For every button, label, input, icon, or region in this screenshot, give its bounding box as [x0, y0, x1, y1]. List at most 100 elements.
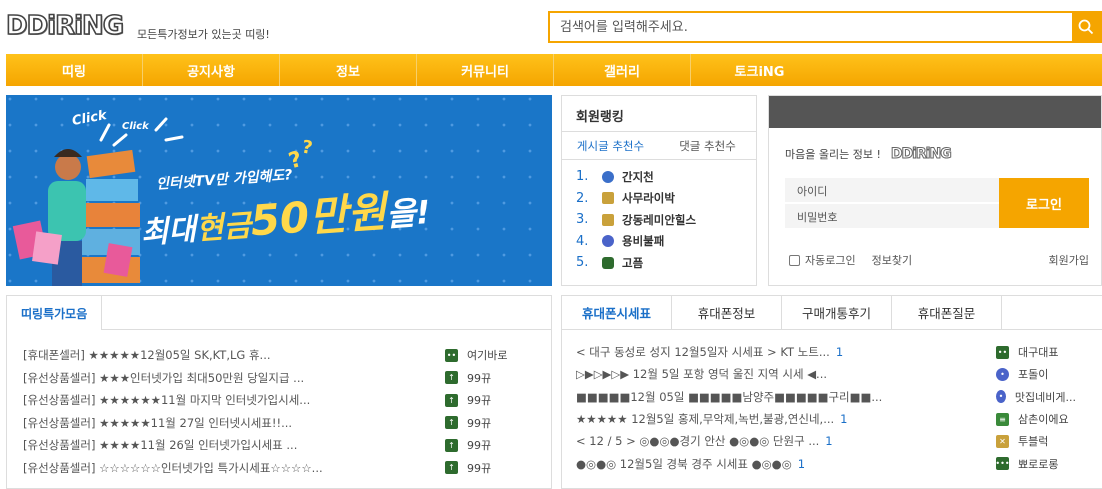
join-link[interactable]: 회원가입 [1049, 252, 1089, 268]
post-title[interactable]: ■■■■■12월 05일 ■■■■■남양주■■■■■구리■■... [576, 389, 996, 405]
post-author[interactable]: ↑ 99뀨 [445, 415, 491, 431]
username-field[interactable]: 아이디 [785, 178, 999, 202]
post-title[interactable]: < 12 / 5 > ◎●◎●경기 안산 ●◎●◎ 단원구 ... 1 [576, 433, 996, 449]
nav-item-ddiring[interactable]: 띠링 [6, 54, 143, 86]
post-title[interactable]: [유선상품셀러] ★★★★★★11월 마지막 인터넷가입시세... [23, 392, 445, 408]
post-author[interactable]: • 맛집네비게... [996, 389, 1076, 405]
list-item[interactable]: [유선상품셀러] ☆☆☆☆☆☆인터넷가입 특가시세표☆☆☆☆... ↑ 99뀨 [23, 457, 535, 480]
rank-member-name[interactable]: 사무라이박 [622, 190, 675, 206]
post-title[interactable]: < 대구 동성로 성지 12월5일자 시세표 > KT 노트... 1 [576, 344, 996, 360]
site-tagline: 모든특가정보가 있는곳 띠링! [137, 28, 270, 41]
author-name[interactable]: 투블럭 [1018, 433, 1048, 449]
post-title[interactable]: [유선상품셀러] ★★★★★11월 27일 인터넷시세표!!... [23, 415, 445, 431]
post-author[interactable]: ↑ 99뀨 [445, 460, 491, 476]
tab-deals[interactable]: 띠링특가모음 [7, 296, 103, 330]
post-author[interactable]: •• 대구대표 [996, 344, 1076, 360]
promo-banner[interactable]: ? ? Click Click 인터넷TV만 가입해도? 최대현금50만원을! [6, 95, 552, 286]
search-button[interactable] [1072, 13, 1100, 41]
tab-purchase-review[interactable]: 구매개통후기 [782, 296, 892, 329]
tab-phone-question[interactable]: 휴대폰질문 [892, 296, 1002, 329]
author-name[interactable]: 맛집네비게... [1015, 389, 1076, 405]
nav-item-notice[interactable]: 공지사항 [143, 54, 280, 86]
post-author[interactable]: ••• 뾰로로롱 [996, 456, 1076, 472]
find-info-link[interactable]: 정보찾기 [872, 252, 912, 268]
list-item[interactable]: [유선상품셀러] ★★★인터넷가입 최대50만원 당일지급 ... ↑ 99뀨 [23, 367, 535, 390]
author-name[interactable]: 뾰로로롱 [1018, 456, 1058, 472]
banner-headline-part4: 을! [385, 192, 432, 234]
post-author[interactable]: ✕ 투블럭 [996, 433, 1076, 449]
auto-login-checkbox[interactable] [789, 254, 800, 266]
author-name[interactable]: 여기바로 [467, 347, 507, 363]
nav-item-gallery[interactable]: 갤러리 [554, 54, 691, 86]
level-icon [602, 213, 614, 226]
search-input[interactable] [550, 13, 1072, 41]
author-name[interactable]: 포돌이 [1018, 366, 1048, 382]
site-logo[interactable]: DDiRiNG [5, 10, 125, 42]
list-item[interactable]: [유선상품셀러] ★★★★★11월 27일 인터넷시세표!!... ↑ 99뀨 [23, 412, 535, 435]
tab-phone-info[interactable]: 휴대폰정보 [672, 296, 782, 329]
author-name[interactable]: 대구대표 [1018, 344, 1058, 360]
post-title-text[interactable]: < 대구 동성로 성지 12월5일자 시세표 > KT 노트... [576, 345, 830, 359]
list-item[interactable]: < 12 / 5 > ◎●◎●경기 안산 ●◎●◎ 단원구 ... 1 ✕ 투블럭 [576, 430, 1088, 452]
rank-member-name[interactable]: 강동레미안힐스 [622, 212, 696, 228]
ranking-item[interactable]: 2. 사무라이박 [576, 188, 756, 210]
logo-text[interactable]: DDiRiNG [5, 10, 125, 42]
login-button[interactable]: 로그인 [999, 178, 1089, 228]
ranking-item[interactable]: 1. 간지천 [576, 166, 756, 188]
post-title[interactable]: [유선상품셀러] ☆☆☆☆☆☆인터넷가입 특가시세표☆☆☆☆... [23, 460, 445, 476]
post-title-text[interactable]: ■■■■■12월 05일 ■■■■■남양주■■■■■구리■■... [576, 390, 882, 404]
post-author[interactable]: •• 여기바로 [445, 347, 507, 363]
post-title-text[interactable]: ▷▶▷▶▷▶ 12월 5일 포항 영덕 울진 지역 시세 ◀... [576, 367, 827, 381]
author-name[interactable]: 99뀨 [467, 437, 491, 453]
level-icon: ↑ [445, 393, 458, 407]
author-name[interactable]: 99뀨 [467, 415, 491, 431]
tab-post-recommend[interactable]: 게시글 추천수 [562, 132, 659, 159]
post-author[interactable]: ≡ 삼촌이에요 [996, 411, 1076, 427]
list-item[interactable]: ★★★★★ 12월5일 홍제,무악제,녹번,불광,연신네,... 1 ≡ 삼촌이에요 [576, 408, 1088, 430]
author-name[interactable]: 삼촌이에요 [1018, 411, 1069, 427]
post-title-text[interactable]: ★★★★★ 12월5일 홍제,무악제,녹번,불광,연신네,... [576, 412, 834, 426]
banner-headline-amount: 50만원 [248, 187, 388, 246]
post-title[interactable]: ★★★★★ 12월5일 홍제,무악제,녹번,불광,연신네,... 1 [576, 411, 996, 427]
post-title[interactable]: [유선상품셀러] ★★★인터넷가입 최대50만원 당일지급 ... [23, 370, 445, 386]
post-author[interactable]: ↑ 99뀨 [445, 437, 491, 453]
nav-item-talking[interactable]: 토크iNG [691, 54, 828, 86]
post-author[interactable]: ↑ 99뀨 [445, 370, 491, 386]
rank-number: 4. [576, 233, 589, 249]
deals-box: 띠링특가모음 [휴대폰셀러] ★★★★★12월05일 SK,KT,LG 휴...… [6, 295, 552, 489]
rank-member-name[interactable]: 간지천 [622, 169, 654, 185]
list-item[interactable]: [휴대폰셀러] ★★★★★12월05일 SK,KT,LG 휴... •• 여기바로 [23, 344, 535, 367]
author-name[interactable]: 99뀨 [467, 370, 491, 386]
tab-phone-price[interactable]: 휴대폰시세표 [562, 296, 672, 329]
ranking-item[interactable]: 4. 용비불패 [576, 231, 756, 253]
list-item[interactable]: < 대구 동성로 성지 12월5일자 시세표 > KT 노트... 1 •• 대구대… [576, 341, 1088, 363]
post-title-text[interactable]: ●◎●◎ 12월5일 경북 경주 시세표 ●◎●◎ [576, 457, 792, 471]
post-author[interactable]: • 포돌이 [996, 366, 1076, 382]
post-title[interactable]: ●◎●◎ 12월5일 경북 경주 시세표 ●◎●◎ 1 [576, 456, 996, 472]
list-item[interactable]: ●◎●◎ 12월5일 경북 경주 시세표 ●◎●◎ 1 ••• 뾰로로롱 [576, 452, 1088, 474]
post-title-text[interactable]: < 12 / 5 > ◎●◎●경기 안산 ●◎●◎ 단원구 ... [576, 434, 819, 448]
login-header-bar [769, 96, 1101, 128]
list-item[interactable]: [유선상품셀러] ★★★★11월 26일 인터넷가입시세표 ... ↑ 99뀨 [23, 434, 535, 457]
author-name[interactable]: 99뀨 [467, 392, 491, 408]
login-message-text: 마음을 올리는 정보 ! [785, 148, 881, 161]
post-title[interactable]: [휴대폰셀러] ★★★★★12월05일 SK,KT,LG 휴... [23, 347, 445, 363]
post-title[interactable]: ▷▶▷▶▷▶ 12월 5일 포항 영덕 울진 지역 시세 ◀... [576, 366, 996, 382]
password-field[interactable]: 비밀번호 [785, 204, 999, 228]
post-author[interactable]: ↑ 99뀨 [445, 392, 491, 408]
rank-member-name[interactable]: 고픔 [622, 255, 643, 271]
rank-member-name[interactable]: 용비불패 [622, 233, 664, 249]
tab-comment-recommend[interactable]: 댓글 추천수 [659, 132, 756, 159]
nav-item-info[interactable]: 정보 [280, 54, 417, 86]
login-logo: DDiRiNG [890, 146, 952, 163]
list-item[interactable]: ■■■■■12월 05일 ■■■■■남양주■■■■■구리■■... • 맛집네비게… [576, 386, 1088, 408]
author-name[interactable]: 99뀨 [467, 460, 491, 476]
ranking-item[interactable]: 3. 강동레미안힐스 [576, 209, 756, 231]
auto-login-label[interactable]: 자동로그인 [805, 252, 856, 268]
banner-headline-part2: 현금 [194, 208, 253, 248]
ranking-item[interactable]: 5. 고픔 [576, 252, 756, 274]
list-item[interactable]: [유선상품셀러] ★★★★★★11월 마지막 인터넷가입시세... ↑ 99뀨 [23, 389, 535, 412]
list-item[interactable]: ▷▶▷▶▷▶ 12월 5일 포항 영덕 울진 지역 시세 ◀... • 포돌이 [576, 363, 1088, 385]
post-title[interactable]: [유선상품셀러] ★★★★11월 26일 인터넷가입시세표 ... [23, 437, 445, 453]
nav-item-community[interactable]: 커뮤니티 [417, 54, 554, 86]
